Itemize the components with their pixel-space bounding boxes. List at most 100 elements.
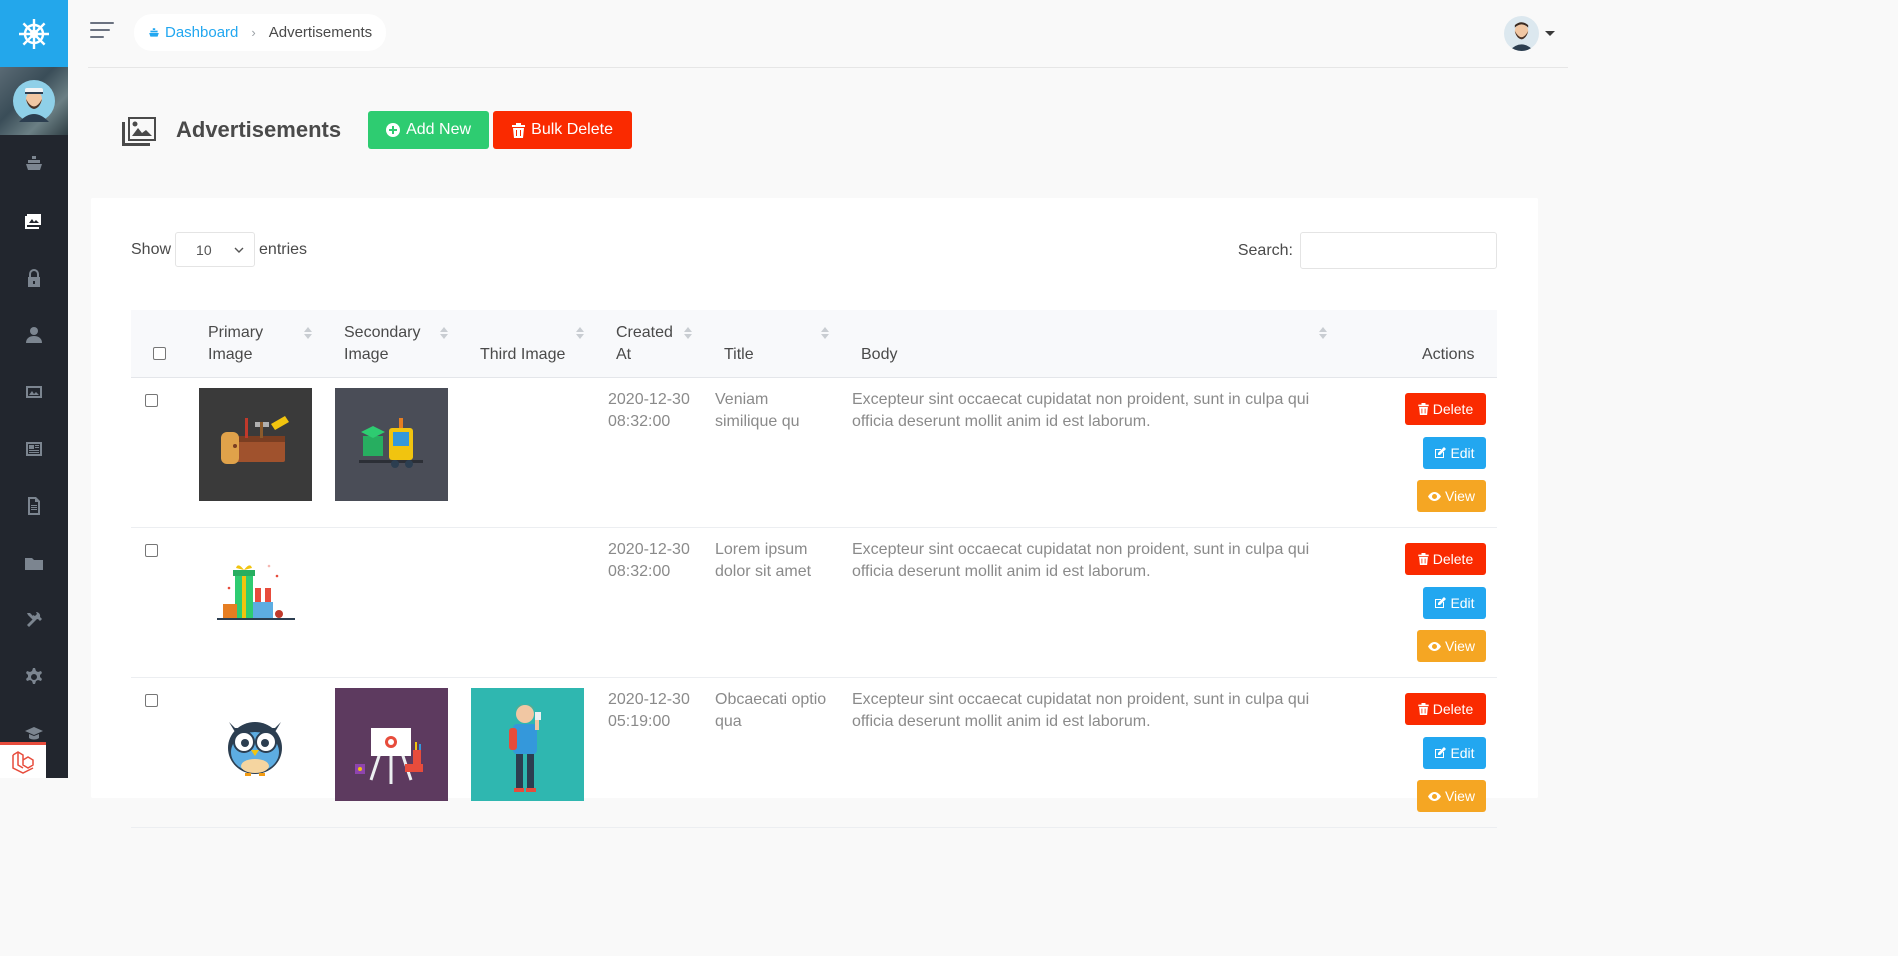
edit-button[interactable]: Edit	[1423, 587, 1486, 619]
primary-image-thumbnail[interactable]	[199, 688, 312, 801]
edit-icon	[1435, 447, 1447, 458]
tools-icon	[27, 611, 42, 627]
entries-select[interactable]: 10	[175, 232, 256, 267]
advertisements-table: Primary Image Secondary Image Third Imag…	[131, 310, 1497, 828]
breadcrumb: Dashboard › Advertisements	[134, 14, 387, 51]
column-created-label-2: At	[616, 346, 632, 363]
body-line-1: Excepteur sint occaecat cupidatat non pr…	[852, 541, 1310, 558]
column-created-at[interactable]: Created At	[616, 322, 673, 366]
primary-image-thumbnail[interactable]	[199, 388, 312, 501]
created-time: 08:32:00	[608, 563, 671, 580]
laravel-logo[interactable]	[0, 742, 46, 778]
entries-length-control: Show 10 entries	[131, 232, 307, 267]
entries-label: entries	[259, 240, 308, 258]
column-title[interactable]: Title	[724, 344, 754, 366]
created-time: 05:19:00	[608, 713, 671, 730]
delete-button[interactable]: Delete	[1405, 393, 1486, 425]
sidebar-item-advertisements[interactable]	[0, 192, 68, 249]
sort-icon[interactable]	[1319, 327, 1327, 339]
edit-button[interactable]: Edit	[1423, 437, 1486, 469]
column-secondary-image[interactable]: Secondary Image	[344, 322, 421, 366]
bulk-delete-button[interactable]: Bulk Delete	[493, 111, 633, 149]
primary-image-thumbnail[interactable]	[199, 538, 312, 651]
search-input[interactable]	[1300, 232, 1497, 269]
table-row: 2020-12-30 08:32:00 Veniam similique qu …	[131, 378, 1497, 528]
trash-icon	[1418, 553, 1429, 565]
page-header: Advertisements Add New Bulk Delete	[120, 108, 633, 152]
column-third-label: Third Image	[480, 346, 566, 363]
sidebar-item-posts[interactable]	[0, 420, 68, 477]
title-cell: Lorem ipsum dolor sit amet	[715, 539, 811, 583]
column-third-image[interactable]: Third Image	[480, 344, 565, 366]
column-body-label: Body	[861, 346, 898, 363]
topbar: Dashboard › Advertisements	[68, 0, 1568, 67]
graduation-icon	[25, 726, 43, 739]
row-checkbox[interactable]	[145, 544, 158, 557]
title-line-2: similique qu	[715, 413, 800, 430]
secondary-image-thumbnail[interactable]	[335, 688, 448, 801]
sort-icon[interactable]	[576, 327, 584, 339]
body-cell: Excepteur sint occaecat cupidatat non pr…	[852, 389, 1309, 433]
eye-icon	[1427, 641, 1441, 651]
sidebar-item-pages[interactable]	[0, 477, 68, 534]
sidebar-item-media[interactable]	[0, 363, 68, 420]
owl-image	[228, 722, 282, 776]
body-line-1: Excepteur sint occaecat cupidatat non pr…	[852, 691, 1310, 708]
created-date: 2020-12-30	[608, 541, 690, 558]
view-button[interactable]: View	[1417, 630, 1486, 662]
column-primary-label-1: Primary	[208, 324, 264, 341]
sidebar-item-categories[interactable]	[0, 534, 68, 591]
table-header: Primary Image Secondary Image Third Imag…	[131, 310, 1497, 378]
sort-icon[interactable]	[304, 327, 312, 339]
view-button[interactable]: View	[1417, 480, 1486, 512]
sidebar-item-ship[interactable]	[0, 135, 68, 192]
news-icon	[26, 441, 42, 456]
delete-button[interactable]: Delete	[1405, 693, 1486, 725]
sort-icon[interactable]	[440, 327, 448, 339]
body-line-1: Excepteur sint occaecat cupidatat non pr…	[852, 391, 1310, 408]
sidebar-item-security[interactable]	[0, 249, 68, 306]
column-actions: Actions	[1422, 344, 1474, 366]
column-primary-label-2: Image	[208, 346, 253, 363]
third-image-thumbnail[interactable]	[471, 688, 584, 801]
delete-button[interactable]: Delete	[1405, 543, 1486, 575]
sidebar-item-tools[interactable]	[0, 591, 68, 648]
chevron-down-icon[interactable]	[1545, 31, 1555, 36]
column-body[interactable]: Body	[861, 344, 897, 366]
ship-wheel-icon	[19, 18, 49, 49]
row-checkbox[interactable]	[145, 394, 158, 407]
body-line-2: officia deserunt mollit anim id est labo…	[852, 563, 1151, 580]
add-new-button[interactable]: Add New	[368, 111, 490, 149]
view-button[interactable]: View	[1417, 780, 1486, 812]
sidebar-item-users[interactable]	[0, 306, 68, 363]
body-cell: Excepteur sint occaecat cupidatat non pr…	[852, 689, 1309, 733]
edit-icon	[1435, 597, 1447, 608]
created-at-cell: 2020-12-30 05:19:00	[608, 689, 690, 733]
profile-avatar[interactable]	[1504, 16, 1539, 51]
sort-icon[interactable]	[821, 327, 829, 339]
user-avatar	[13, 80, 55, 122]
user-panel[interactable]	[0, 67, 68, 135]
edit-icon	[1435, 747, 1447, 758]
column-actions-label: Actions	[1422, 346, 1475, 363]
column-primary-image[interactable]: Primary Image	[208, 322, 263, 366]
hamburger-menu-icon[interactable]	[90, 22, 114, 44]
edit-button[interactable]: Edit	[1423, 737, 1486, 769]
row-checkbox[interactable]	[145, 694, 158, 707]
breadcrumb-dashboard-link[interactable]: Dashboard	[148, 24, 238, 41]
title-line-2: qua	[715, 713, 742, 730]
gift-boxes-image	[217, 564, 295, 620]
secondary-image-thumbnail[interactable]	[335, 388, 448, 501]
logo[interactable]	[0, 0, 68, 67]
breadcrumb-current: Advertisements	[268, 24, 373, 41]
sort-icon[interactable]	[684, 327, 692, 339]
images-icon	[122, 117, 156, 146]
column-created-label-1: Created	[616, 324, 673, 341]
delivery-truck-image	[359, 418, 423, 468]
eye-icon	[1427, 791, 1441, 801]
sidebar-item-settings[interactable]	[0, 648, 68, 705]
select-all-checkbox[interactable]	[153, 347, 166, 360]
bulk-delete-label: Bulk Delete	[531, 121, 613, 138]
table-row: 2020-12-30 08:32:00 Lorem ipsum dolor si…	[131, 528, 1497, 678]
created-at-cell: 2020-12-30 08:32:00	[608, 539, 690, 583]
